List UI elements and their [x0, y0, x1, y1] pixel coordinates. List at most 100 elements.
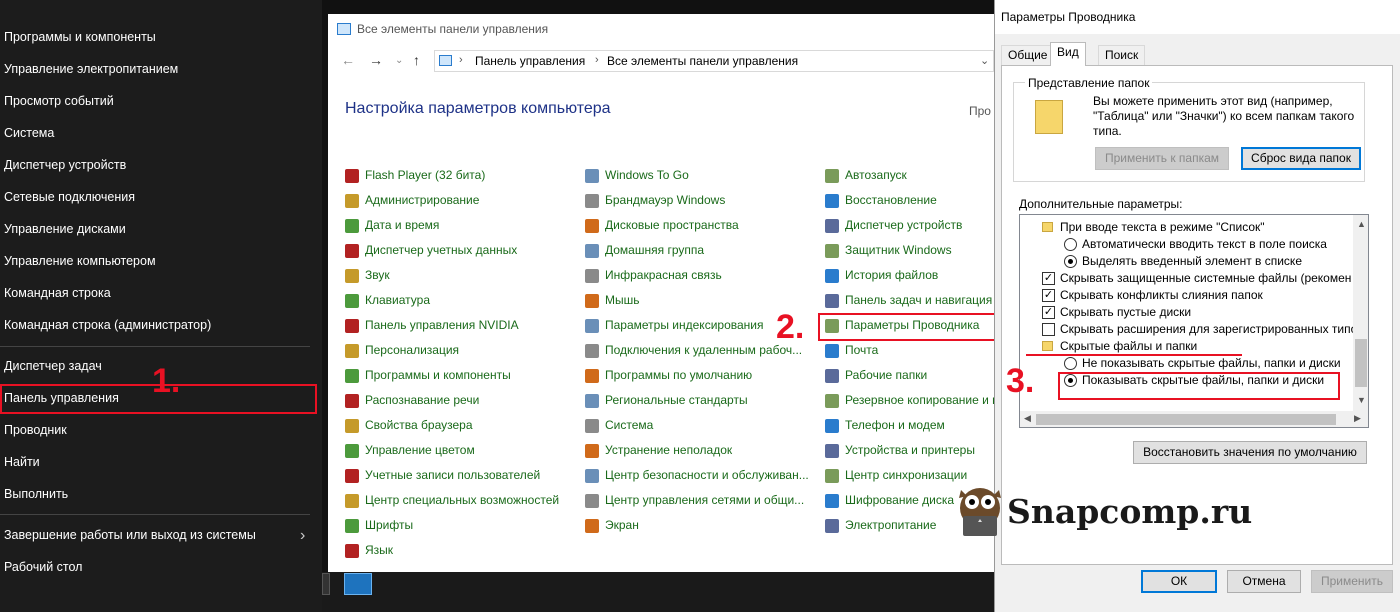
cp-item-label: Свойства браузера — [365, 418, 473, 432]
cp-item-label: Язык — [365, 543, 394, 557]
tree-row-label: Скрывать защищенные системные файлы (рек… — [1060, 271, 1352, 285]
up-arrow-icon[interactable]: ↑ — [413, 52, 420, 68]
taskbar-button[interactable] — [322, 573, 330, 595]
menu-item-cmd-admin[interactable]: Командная строка (администратор) — [4, 318, 211, 332]
menu-item-run[interactable]: Выполнить — [4, 487, 68, 501]
folder-icon — [1035, 100, 1063, 134]
tab-general[interactable]: Общие — [1001, 45, 1055, 65]
menu-item-explorer[interactable]: Проводник — [4, 423, 67, 437]
radio-button[interactable] — [1064, 255, 1077, 268]
menu-item-power[interactable]: Управление электропитанием — [4, 62, 178, 76]
tree-row-label: Скрывать конфликты слияния папок — [1060, 288, 1263, 302]
vertical-scrollbar[interactable]: ▲ ▼ — [1353, 215, 1368, 411]
cp-item-label: Устранение неполадок — [605, 443, 733, 457]
menu-item-programs[interactable]: Программы и компоненты — [4, 30, 156, 44]
owl-logo-icon — [959, 488, 1001, 536]
cp-item-label: Центр управления сетями и общи... — [605, 493, 805, 507]
recent-chevron-icon[interactable]: ⌄ — [395, 55, 403, 66]
apply-to-folders-button[interactable]: Применить к папкам — [1095, 147, 1229, 170]
menu-item-device-manager[interactable]: Диспетчер устройств — [4, 158, 126, 172]
chevron-down-icon[interactable]: ⌄ — [980, 54, 989, 67]
cp-item-icon — [345, 469, 359, 483]
cp-item-label: Центр безопасности и обслуживан... — [605, 468, 809, 482]
cp-item-icon — [345, 269, 359, 283]
menu-item-disk-management[interactable]: Управление дисками — [4, 222, 126, 236]
scrollbar-thumb[interactable] — [1355, 339, 1367, 387]
menu-separator — [0, 514, 310, 515]
cp-item-icon — [825, 194, 839, 208]
menu-item-shutdown[interactable]: Завершение работы или выход из системы — [4, 528, 256, 542]
checkbox[interactable]: ✓ — [1042, 306, 1055, 319]
breadcrumb-control-panel[interactable]: Панель управления — [475, 54, 585, 68]
cp-item-label: Система — [605, 418, 654, 432]
cp-item-label: Параметры индексирования — [605, 318, 764, 332]
cp-item-icon — [825, 369, 839, 383]
folder-icon — [1042, 341, 1053, 351]
group-label: Представление папок — [1025, 76, 1153, 90]
apply-button[interactable]: Применить — [1311, 570, 1393, 593]
step-label-2: 2. — [776, 308, 805, 346]
cp-item-label: Диспетчер устройств — [845, 218, 963, 232]
cp-item-label: Диспетчер учетных данных — [365, 243, 518, 257]
tab-view[interactable]: Вид — [1050, 42, 1086, 66]
menu-item-network[interactable]: Сетевые подключения — [4, 190, 135, 204]
tree-row-label: При вводе текста в режиме "Список" — [1060, 220, 1265, 234]
menu-item-desktop[interactable]: Рабочий стол — [4, 560, 82, 574]
scroll-left-icon[interactable]: ◀ — [1024, 413, 1031, 424]
horizontal-scrollbar[interactable]: ◀ ▶ — [1020, 411, 1368, 427]
cp-item-label: Рабочие папки — [845, 368, 928, 382]
checkbox[interactable]: ✓ — [1042, 289, 1055, 302]
cp-item-icon — [585, 444, 599, 458]
breadcrumb-all-items[interactable]: Все элементы панели управления — [607, 54, 798, 68]
cp-item-icon — [825, 244, 839, 258]
back-arrow-icon[interactable]: ← — [341, 52, 355, 68]
cp-item-icon — [345, 294, 359, 308]
cp-item-icon — [585, 469, 599, 483]
cp-item-icon — [585, 244, 599, 258]
scroll-right-icon[interactable]: ▶ — [1354, 413, 1361, 424]
scroll-down-icon[interactable]: ▼ — [1357, 395, 1366, 405]
cp-item-label: Электропитание — [845, 518, 937, 532]
scrollbar-thumb[interactable] — [1036, 414, 1336, 425]
menu-item-search[interactable]: Найти — [4, 455, 40, 469]
restore-defaults-button[interactable]: Восстановить значения по умолчанию — [1133, 441, 1367, 464]
cp-item-icon — [825, 519, 839, 533]
control-panel-window: Все элементы панели управления ← → ⌄ ↑ ›… — [328, 14, 994, 572]
cp-item-icon — [345, 169, 359, 183]
checkbox[interactable] — [1042, 323, 1055, 336]
forward-arrow-icon[interactable]: → — [369, 52, 383, 68]
cp-item-icon — [585, 169, 599, 183]
radio-button[interactable] — [1064, 238, 1077, 251]
watermark-text: Snapcomp.ru — [1007, 492, 1253, 531]
cp-item-icon — [585, 269, 599, 283]
cp-item-icon — [345, 244, 359, 258]
cp-item-label: Windows To Go — [605, 168, 689, 182]
reset-folders-button[interactable]: Сброс вида папок — [1241, 147, 1361, 170]
address-bar[interactable]: › Панель управления › Все элементы панел… — [434, 50, 994, 72]
cp-item-label: Экран — [605, 518, 639, 532]
scroll-up-icon[interactable]: ▲ — [1357, 219, 1366, 229]
cp-item-icon — [585, 394, 599, 408]
cp-item-label: Звук — [365, 268, 390, 282]
cp-item-label: Учетные записи пользователей — [365, 468, 541, 482]
folder-icon — [1042, 222, 1053, 232]
cp-item-icon — [825, 469, 839, 483]
cp-item-icon — [585, 519, 599, 533]
menu-item-cmd[interactable]: Командная строка — [4, 286, 111, 300]
menu-item-system[interactable]: Система — [4, 126, 54, 140]
window-title: Все элементы панели управления — [357, 22, 549, 36]
menu-item-computer-management[interactable]: Управление компьютером — [4, 254, 156, 268]
radio-button[interactable] — [1064, 357, 1077, 370]
control-panel-taskbar-icon[interactable] — [344, 573, 372, 595]
menu-item-event-viewer[interactable]: Просмотр событий — [4, 94, 114, 108]
ok-button[interactable]: ОК — [1141, 570, 1217, 593]
cancel-button[interactable]: Отмена — [1227, 570, 1301, 593]
cp-item-label: Дисковые пространства — [605, 218, 739, 232]
cp-item-icon — [585, 194, 599, 208]
cp-item-icon — [585, 494, 599, 508]
menu-item-task-manager[interactable]: Диспетчер задач — [4, 359, 102, 373]
checkbox[interactable]: ✓ — [1042, 272, 1055, 285]
cp-item-label: Распознавание речи — [365, 393, 480, 407]
tab-search[interactable]: Поиск — [1098, 45, 1146, 65]
cp-item-icon — [345, 494, 359, 508]
